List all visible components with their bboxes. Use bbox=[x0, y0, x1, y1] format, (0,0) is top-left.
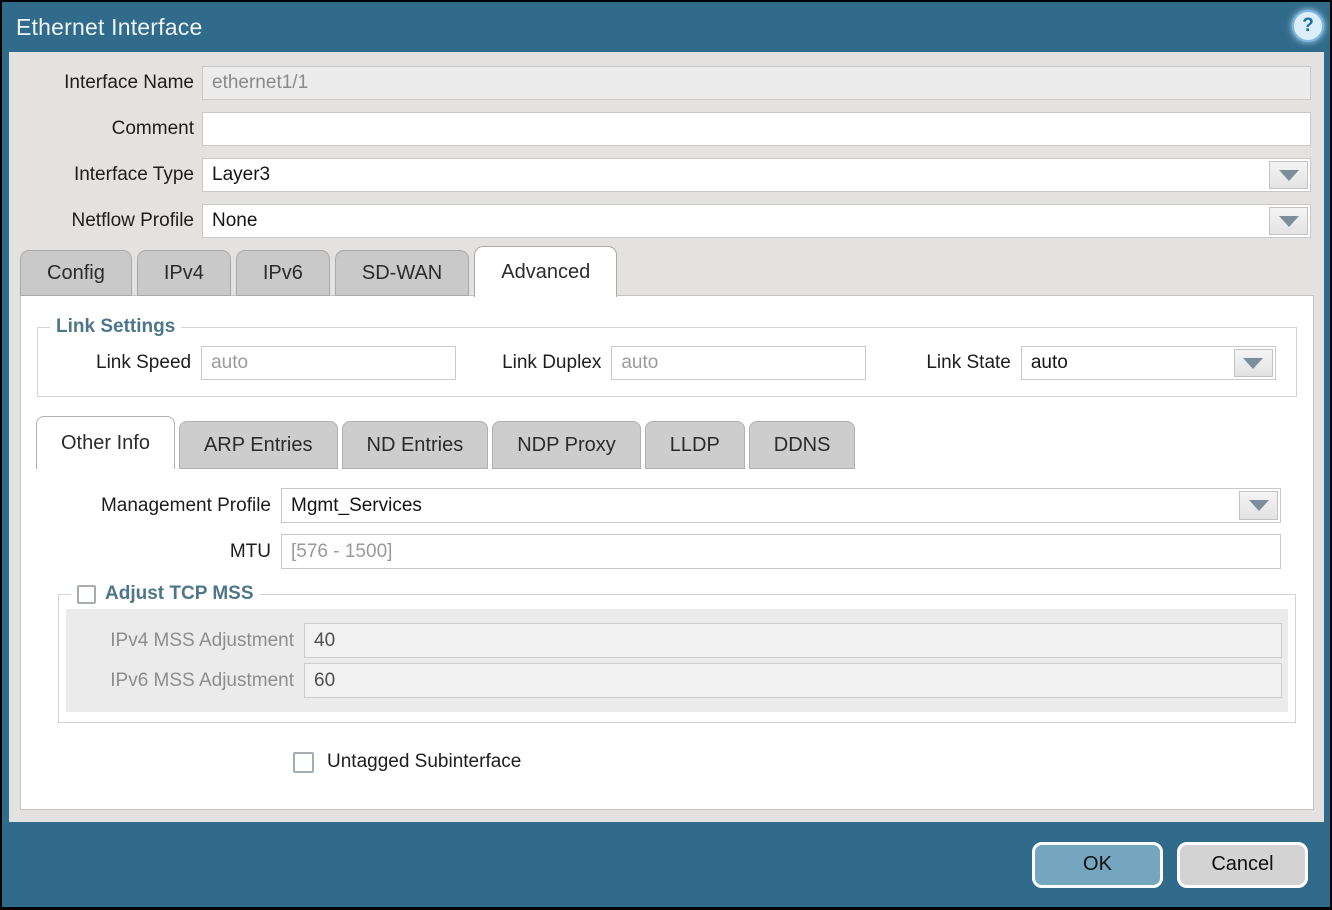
subtab-ndp-proxy[interactable]: NDP Proxy bbox=[492, 421, 641, 469]
ethernet-interface-dialog: Ethernet Interface ? Interface Name Comm… bbox=[0, 0, 1332, 910]
netflow-profile-label: Netflow Profile bbox=[9, 210, 202, 232]
adjust-tcp-mss-fieldset: Adjust TCP MSS IPv4 MSS Adjustment IPv6 … bbox=[58, 583, 1296, 723]
management-profile-dropdown-button[interactable] bbox=[1239, 491, 1278, 520]
advanced-tab-panel: Link Settings Link Speed Link Duplex Lin… bbox=[20, 295, 1314, 810]
top-form: Interface Name Comment Interface Type bbox=[9, 66, 1324, 250]
tab-ipv6[interactable]: IPv6 bbox=[236, 250, 330, 296]
subtab-nd-entries[interactable]: ND Entries bbox=[342, 421, 489, 469]
main-tab-bar: Config IPv4 IPv6 SD-WAN Advanced bbox=[20, 246, 1314, 296]
comment-label: Comment bbox=[9, 118, 202, 140]
dialog-title: Ethernet Interface bbox=[2, 14, 202, 41]
interface-type-value: Layer3 bbox=[203, 159, 1310, 191]
tab-ipv4[interactable]: IPv4 bbox=[137, 250, 231, 296]
subtab-arp-entries[interactable]: ARP Entries bbox=[179, 421, 338, 469]
adjust-tcp-mss-checkbox[interactable] bbox=[77, 585, 96, 604]
interface-name-row: Interface Name bbox=[9, 66, 1324, 100]
ipv6-mss-label: IPv6 MSS Adjustment bbox=[66, 670, 304, 692]
mtu-input[interactable] bbox=[281, 534, 1281, 569]
sub-tab-bar: Other Info ARP Entries ND Entries NDP Pr… bbox=[21, 417, 1313, 469]
ipv6-mss-row: IPv6 MSS Adjustment bbox=[66, 663, 1288, 698]
subtab-lldp[interactable]: LLDP bbox=[645, 421, 745, 469]
link-speed-input[interactable] bbox=[201, 346, 456, 380]
netflow-profile-value: None bbox=[203, 205, 1310, 237]
management-profile-label: Management Profile bbox=[21, 495, 281, 517]
link-settings-fieldset: Link Settings Link Speed Link Duplex Lin… bbox=[37, 316, 1297, 397]
interface-type-row: Interface Type Layer3 bbox=[9, 158, 1324, 192]
management-profile-row: Management Profile Mgmt_Services bbox=[21, 488, 1313, 523]
ipv4-mss-input bbox=[304, 623, 1282, 658]
mtu-label: MTU bbox=[21, 541, 281, 563]
tab-sdwan[interactable]: SD-WAN bbox=[335, 250, 469, 296]
link-state-dropdown-button[interactable] bbox=[1234, 349, 1273, 377]
management-profile-value: Mgmt_Services bbox=[282, 489, 1280, 522]
comment-input[interactable] bbox=[202, 112, 1311, 146]
dialog-frame: Ethernet Interface ? Interface Name Comm… bbox=[2, 2, 1330, 907]
link-duplex-input[interactable] bbox=[611, 346, 866, 380]
interface-name-label: Interface Name bbox=[9, 72, 202, 94]
link-speed-label: Link Speed bbox=[96, 352, 201, 374]
cancel-button[interactable]: Cancel bbox=[1177, 842, 1308, 888]
mtu-row: MTU bbox=[21, 534, 1313, 569]
netflow-profile-dropdown-button[interactable] bbox=[1269, 207, 1308, 235]
comment-row: Comment bbox=[9, 112, 1324, 146]
untagged-subinterface-label: Untagged Subinterface bbox=[327, 751, 521, 773]
interface-type-select[interactable]: Layer3 bbox=[202, 158, 1311, 192]
tab-config[interactable]: Config bbox=[20, 250, 132, 296]
untagged-subinterface-checkbox[interactable] bbox=[293, 752, 314, 773]
management-profile-select[interactable]: Mgmt_Services bbox=[281, 488, 1281, 523]
ipv4-mss-row: IPv4 MSS Adjustment bbox=[66, 623, 1288, 658]
chevron-down-icon bbox=[1249, 500, 1269, 511]
tab-advanced[interactable]: Advanced bbox=[474, 246, 617, 297]
chevron-down-icon bbox=[1243, 358, 1263, 369]
dialog-titlebar: Ethernet Interface ? bbox=[2, 2, 1330, 52]
mss-disabled-area: IPv4 MSS Adjustment IPv6 MSS Adjustment bbox=[66, 609, 1288, 712]
dialog-footer: OK Cancel bbox=[2, 822, 1330, 907]
help-icon[interactable]: ? bbox=[1292, 10, 1324, 42]
netflow-profile-select[interactable]: None bbox=[202, 204, 1311, 238]
dialog-content: Interface Name Comment Interface Type bbox=[9, 52, 1324, 822]
chevron-down-icon bbox=[1279, 170, 1299, 181]
link-state-select[interactable]: auto bbox=[1021, 346, 1276, 380]
interface-type-label: Interface Type bbox=[9, 164, 202, 186]
interface-type-dropdown-button[interactable] bbox=[1269, 161, 1308, 189]
adjust-tcp-mss-legend: Adjust TCP MSS bbox=[71, 583, 260, 605]
link-settings-row: Link Speed Link Duplex Link State auto bbox=[38, 338, 1296, 396]
netflow-profile-row: Netflow Profile None bbox=[9, 204, 1324, 238]
ipv4-mss-label: IPv4 MSS Adjustment bbox=[66, 630, 304, 652]
link-settings-legend: Link Settings bbox=[50, 316, 181, 338]
ok-button[interactable]: OK bbox=[1032, 842, 1163, 888]
ipv6-mss-input bbox=[304, 663, 1282, 698]
link-duplex-label: Link Duplex bbox=[502, 352, 611, 374]
interface-name-input bbox=[202, 66, 1311, 100]
chevron-down-icon bbox=[1279, 216, 1299, 227]
adjust-tcp-mss-legend-text: Adjust TCP MSS bbox=[105, 583, 254, 605]
subtab-ddns[interactable]: DDNS bbox=[749, 421, 856, 469]
untagged-subinterface-row: Untagged Subinterface bbox=[21, 751, 1313, 773]
subtab-other-info[interactable]: Other Info bbox=[36, 416, 175, 469]
link-state-label: Link State bbox=[926, 352, 1021, 374]
